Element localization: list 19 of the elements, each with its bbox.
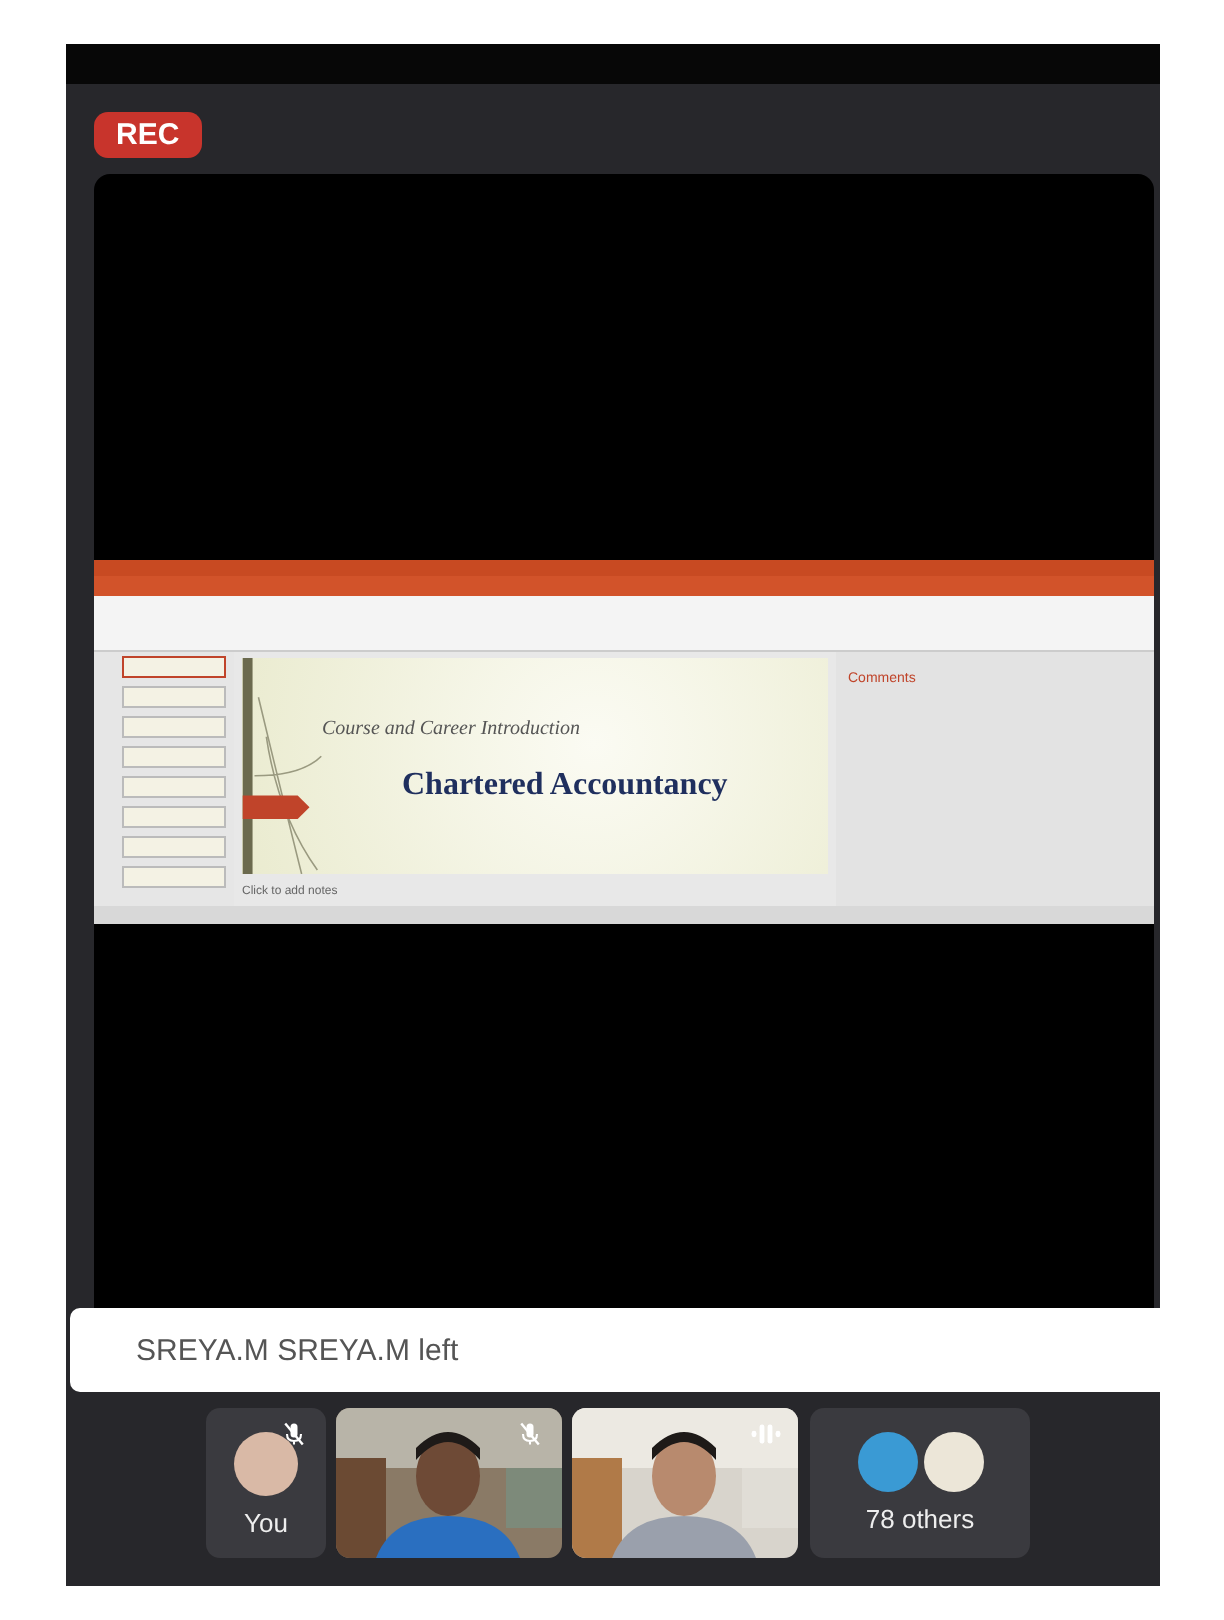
recording-badge: REC	[94, 112, 202, 158]
slide-title: Chartered Accountancy	[402, 767, 730, 803]
avatar-icon	[234, 1432, 298, 1496]
toast-message: SREYA.M SREYA.M left	[136, 1333, 459, 1367]
slide-thumbnail[interactable]	[122, 835, 226, 857]
avatar-icon	[923, 1432, 983, 1492]
slide-thumbnail[interactable]	[122, 865, 226, 887]
slide-thumbnail[interactable]	[122, 655, 226, 677]
slide-thumbnail[interactable]	[122, 805, 226, 827]
participant-tile[interactable]: 78 others	[810, 1408, 1030, 1558]
participant-name: You	[244, 1508, 288, 1538]
participant-count: 78 others	[865, 1504, 975, 1534]
slide-thumbnail[interactable]	[122, 775, 226, 797]
participant-tile[interactable]: You	[206, 1408, 326, 1558]
slide-thumbnail[interactable]	[122, 685, 226, 707]
slide-thumbnail[interactable]	[122, 715, 226, 737]
slide-subtitle: Course and Career Introduction	[322, 717, 582, 739]
avatar-icon	[857, 1432, 917, 1492]
slide-thumbnail[interactable]	[122, 745, 226, 767]
